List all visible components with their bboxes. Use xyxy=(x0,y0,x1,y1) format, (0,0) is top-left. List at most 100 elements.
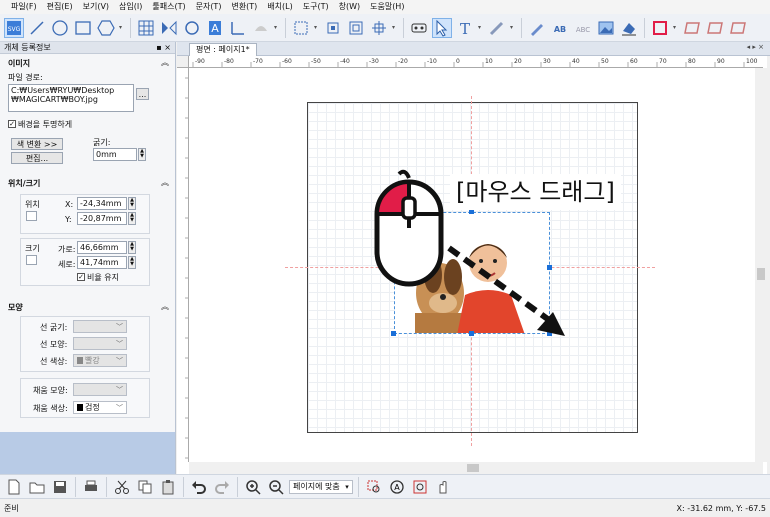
thickness-stepper[interactable]: ▲ ▼ xyxy=(138,148,146,161)
height-input[interactable]: 41,74mm xyxy=(77,256,127,269)
redo-icon[interactable] xyxy=(212,477,232,497)
menu-item[interactable]: 파일(F) xyxy=(6,0,42,14)
chevron-down-icon[interactable]: ▾ xyxy=(673,24,679,31)
tab-page1[interactable]: 평면 : 페이지1* xyxy=(189,43,257,56)
menu-item[interactable]: 도구(T) xyxy=(298,0,334,14)
horizontal-scrollbar[interactable] xyxy=(189,462,763,474)
scroll-thumb[interactable] xyxy=(467,464,479,472)
menu-item[interactable]: 배치(L) xyxy=(262,0,297,14)
menu-item[interactable]: 툴패스(T) xyxy=(147,0,190,14)
frame-icon[interactable] xyxy=(705,18,725,38)
circle-icon[interactable] xyxy=(50,18,70,38)
browse-button[interactable]: ... xyxy=(136,88,149,100)
text-a-icon[interactable]: A xyxy=(205,18,225,38)
zoom-select[interactable]: 페이지에 맞춤 ▾ xyxy=(289,479,353,494)
chevron-down-icon[interactable]: ▾ xyxy=(478,24,484,31)
text-tool-icon[interactable]: T xyxy=(455,18,475,38)
thickness-input[interactable]: 0mm xyxy=(93,148,137,161)
new-file-icon[interactable] xyxy=(4,477,24,497)
ab-text-icon[interactable]: AB xyxy=(550,18,570,38)
open-folder-icon[interactable] xyxy=(27,477,47,497)
chevron-down-icon[interactable]: ▾ xyxy=(274,24,280,31)
frame-icon[interactable] xyxy=(682,18,702,38)
edit-button[interactable]: 편집... xyxy=(11,152,63,164)
cut-icon[interactable] xyxy=(112,477,132,497)
undo-icon[interactable] xyxy=(189,477,209,497)
resize-handle[interactable] xyxy=(391,331,396,336)
menu-item[interactable]: 삽입(I) xyxy=(114,0,147,14)
x-stepper[interactable]: ▲ ▼ xyxy=(128,197,136,210)
y-stepper[interactable]: ▲ ▼ xyxy=(128,212,136,225)
angle-icon[interactable] xyxy=(228,18,248,38)
chevron-down-icon[interactable]: ▾ xyxy=(510,24,516,31)
color-convert-button[interactable]: 색 변환 >> xyxy=(11,138,63,150)
tab-controls-icon[interactable]: ◂ ▸ × xyxy=(747,43,764,51)
hexagon-icon[interactable] xyxy=(96,18,116,38)
collapse-icon[interactable]: ︽ xyxy=(161,177,169,188)
svg-icon[interactable]: SVG xyxy=(4,17,24,38)
mirror-icon[interactable] xyxy=(159,18,179,38)
rectangle-icon[interactable] xyxy=(73,18,93,38)
line-color-select[interactable]: 빨강 ﹀ xyxy=(73,354,127,367)
group-icon[interactable] xyxy=(323,18,343,38)
distribute-icon[interactable] xyxy=(369,18,389,38)
node-icon[interactable] xyxy=(409,18,429,38)
pointer-icon[interactable] xyxy=(432,17,452,38)
zoom-all-icon[interactable]: A xyxy=(387,477,407,497)
zoom-page-icon[interactable] xyxy=(410,477,430,497)
keep-ratio-checkbox[interactable]: ✓ xyxy=(77,273,85,281)
frame-icon[interactable] xyxy=(650,18,670,38)
resize-icon[interactable] xyxy=(26,255,37,265)
zoom-selection-icon[interactable] xyxy=(364,477,384,497)
rotate-icon[interactable] xyxy=(182,18,202,38)
chevron-down-icon[interactable]: ▾ xyxy=(392,24,398,31)
menu-item[interactable]: 보기(V) xyxy=(78,0,114,14)
chevron-down-icon[interactable]: ▾ xyxy=(119,24,125,31)
svg-text:SVG: SVG xyxy=(8,26,21,33)
zoom-in-icon[interactable] xyxy=(243,477,263,497)
pin-icon[interactable]: ▪ × xyxy=(156,43,171,52)
frame-icon[interactable] xyxy=(728,18,748,38)
fill-shape-select[interactable]: ﹀ xyxy=(73,383,127,396)
brush-icon[interactable] xyxy=(487,18,507,38)
collapse-icon[interactable]: ︽ xyxy=(161,301,169,312)
grid-icon[interactable] xyxy=(136,18,156,38)
width-stepper[interactable]: ▲ ▼ xyxy=(128,241,136,254)
shape-icon[interactable] xyxy=(251,18,271,38)
canvas-area[interactable]: -90 -80 -70 -60 -50 -40 -30 -20 -10 0 10 20 30 40 50 60… xyxy=(177,56,767,474)
height-stepper[interactable]: ▲ ▼ xyxy=(128,256,136,269)
anchor-icon[interactable] xyxy=(26,211,37,221)
pen-icon[interactable] xyxy=(527,18,547,38)
zoom-out-icon[interactable] xyxy=(266,477,286,497)
line-icon[interactable] xyxy=(27,18,47,38)
align-icon[interactable] xyxy=(291,18,311,38)
abc-text-icon[interactable]: ABC xyxy=(573,18,593,38)
ungroup-icon[interactable] xyxy=(346,18,366,38)
menu-item[interactable]: 문자(T) xyxy=(191,0,227,14)
paste-icon[interactable] xyxy=(158,477,178,497)
fill-color-select[interactable]: 검정 ﹀ xyxy=(73,401,127,414)
line-shape-select[interactable]: ﹀ xyxy=(73,337,127,350)
x-input[interactable]: -24,34mm xyxy=(77,197,127,210)
line-thickness-select[interactable]: ﹀ xyxy=(73,320,127,333)
ruler-label: 20 xyxy=(514,58,522,65)
width-input[interactable]: 46,66mm xyxy=(77,241,127,254)
menu-item[interactable]: 창(W) xyxy=(334,0,366,14)
image-icon[interactable] xyxy=(596,18,616,38)
eraser-icon[interactable] xyxy=(619,18,639,38)
transparent-checkbox[interactable]: ✓ xyxy=(8,120,16,128)
menu-item[interactable]: 변환(T) xyxy=(226,0,262,14)
file-path-field[interactable]: C:₩Users₩RYU₩Desktop ₩MAGICART₩BOY.jpg xyxy=(8,84,134,112)
collapse-icon[interactable]: ︽ xyxy=(161,57,169,68)
copy-icon[interactable] xyxy=(135,477,155,497)
menu-item[interactable]: 편집(E) xyxy=(42,0,78,14)
y-input[interactable]: -20,87mm xyxy=(77,212,127,225)
vertical-scrollbar[interactable] xyxy=(755,68,767,462)
scroll-thumb[interactable] xyxy=(757,268,765,280)
pan-hand-icon[interactable] xyxy=(433,477,453,497)
print-icon[interactable] xyxy=(81,477,101,497)
chevron-down-icon[interactable]: ▾ xyxy=(314,24,320,31)
save-icon[interactable] xyxy=(50,477,70,497)
menu-item[interactable]: 도움말(H) xyxy=(365,0,409,14)
ruler-vertical xyxy=(177,68,189,462)
